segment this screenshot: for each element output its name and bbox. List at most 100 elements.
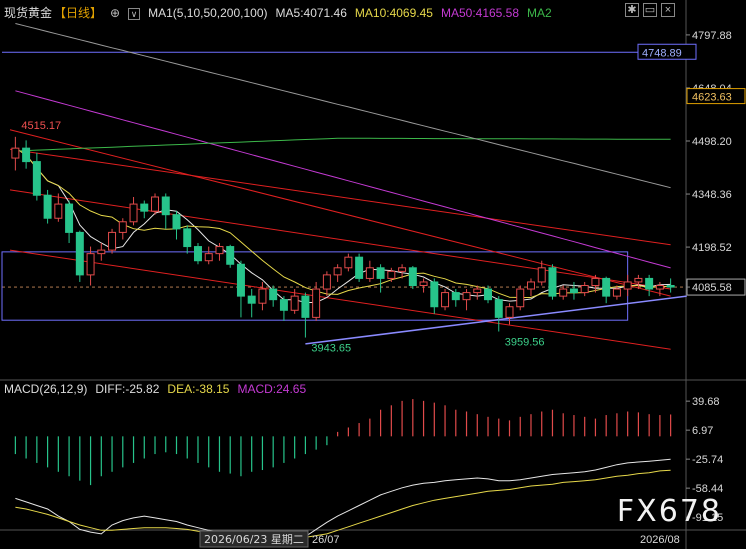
candle-down (247, 295, 256, 304)
candle-up (473, 288, 482, 294)
candle-up (623, 281, 632, 290)
candle-up (312, 288, 321, 318)
price-annotation: 4515.17 (21, 120, 61, 132)
price-annotation: 3959.56 (505, 337, 545, 349)
macd-tick-label: 6.97 (692, 425, 713, 437)
candle-up (634, 277, 643, 283)
candle-down (226, 246, 235, 265)
candle-down (408, 267, 417, 286)
candle-down (548, 267, 557, 297)
chevron-icon[interactable]: ∨ (128, 8, 141, 20)
candle-down (451, 292, 460, 301)
candle-up (365, 267, 374, 279)
candle-up (580, 285, 589, 294)
macd-dea: DEA:-38.15 (167, 382, 230, 396)
candle-down (183, 228, 192, 248)
macd-diff: DIFF:-25.82 (95, 382, 160, 396)
price-tick-label: 4198.52 (692, 242, 732, 254)
price-tick-label: 4348.36 (692, 189, 732, 201)
candle-down (569, 288, 578, 294)
candle-up (505, 306, 514, 318)
candle-up (516, 288, 525, 308)
candle-down (494, 299, 503, 318)
candle-down (301, 295, 310, 318)
candle-up (387, 270, 396, 279)
candle-up (344, 256, 353, 269)
candle-up (258, 288, 267, 304)
close-icon[interactable]: × (661, 3, 675, 17)
candle-down (43, 194, 52, 219)
date-label-mid: 26/07 (312, 534, 340, 546)
price-tick-label: 4797.88 (692, 30, 732, 42)
candle-down (376, 267, 385, 279)
ma10-value: MA10:4069.45 (354, 6, 433, 20)
candle-down (75, 231, 84, 276)
candle-up (290, 295, 299, 311)
candle-up (54, 203, 63, 219)
candle-down (645, 277, 654, 290)
chart-canvas: 4515.173943.653959.564797.884648.044498.… (0, 0, 746, 549)
channel-lower (9, 249, 671, 350)
candle-down (236, 263, 245, 297)
candle-down (666, 285, 675, 288)
cursor-date-label: 2026/06/23 星期二 (204, 533, 304, 546)
price-tick-label: 4085.58 (692, 282, 732, 294)
candle-down (279, 299, 288, 311)
candle-up (97, 249, 106, 255)
window-icon[interactable]: ▭ (643, 3, 657, 17)
candle-up (215, 246, 224, 255)
ma5-value: MA5:4071.46 (275, 6, 347, 20)
candle-up (537, 267, 546, 283)
macd-dea-line (15, 469, 671, 538)
candle-up (419, 281, 428, 286)
highlight-price-label: 4748.89 (642, 47, 682, 59)
candle-down (269, 288, 278, 301)
candle-up (398, 267, 407, 272)
period-label[interactable]: 【日线】 (54, 6, 102, 20)
ma200-line (15, 23, 671, 189)
ma-config: MA1(5,10,50,200,100) (148, 6, 268, 20)
candle-up (462, 292, 471, 301)
candle-down (140, 203, 149, 212)
macd-config: MACD(26,12,9) (4, 382, 88, 396)
candle-up (322, 274, 331, 290)
candle-down (32, 161, 41, 196)
candle-up (526, 281, 535, 290)
settings-icon[interactable]: ✱ (625, 3, 639, 17)
ma50-value: MA50:4165.58 (440, 6, 520, 20)
macd-tick-label: 39.68 (692, 396, 720, 408)
date-label-end: 2026/08 (640, 534, 680, 546)
candle-up (151, 196, 160, 212)
candle-up (86, 253, 95, 276)
candle-up (108, 231, 117, 251)
price-tick-label: 4498.20 (692, 136, 732, 148)
price-annotation: 3943.65 (311, 342, 351, 354)
candle-up (591, 277, 600, 287)
macd-tick-label: -25.74 (692, 454, 723, 466)
symbol-label[interactable]: 现货黄金 (4, 6, 52, 20)
candle-down (355, 256, 364, 279)
candle-up (129, 203, 138, 223)
macd-value: MACD:24.65 (237, 382, 307, 396)
candle-down (172, 214, 181, 230)
ma100-line (15, 137, 671, 152)
candle-down (161, 196, 170, 216)
candle-down (22, 147, 31, 163)
candle-down (484, 288, 493, 301)
ma10-line (15, 147, 671, 298)
candle-down (430, 281, 439, 308)
ma2-value: MA2 (527, 6, 552, 20)
macd-diff-line (15, 458, 671, 540)
candle-down (602, 277, 611, 297)
candle-down (193, 246, 202, 262)
watermark: FX678 (616, 494, 722, 529)
highlight-price-label: 4623.63 (692, 92, 732, 104)
candle-up (333, 267, 342, 276)
candle-down (65, 203, 74, 233)
ma5-line (15, 147, 671, 303)
channel-upper (9, 148, 671, 246)
chart-header: 现货黄金 【日线】 ⊕ ∨ MA1(5,10,50,200,100) MA5:4071.4… (4, 4, 560, 21)
candle-up (118, 221, 127, 233)
zoom-icon[interactable]: ⊕ (110, 6, 120, 20)
macd-header: MACD(26,12,9) DIFF:-25.82 DEA:-38.15 MACD:2… (4, 382, 314, 396)
